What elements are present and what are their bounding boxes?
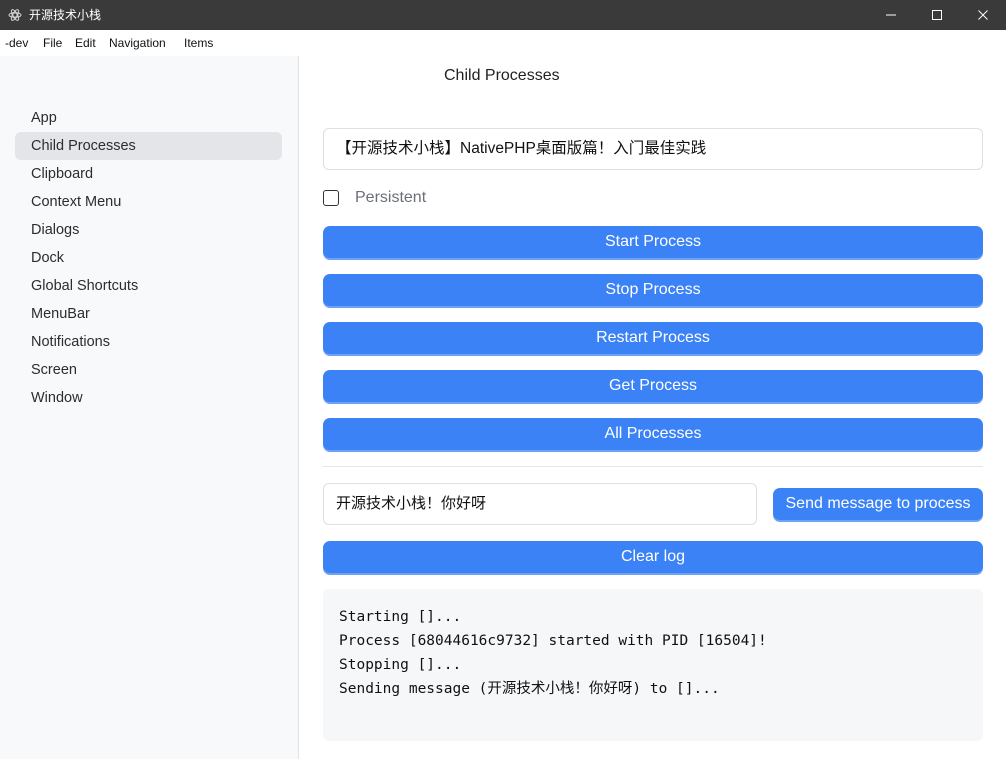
sidebar-item-clipboard[interactable]: Clipboard xyxy=(15,160,282,188)
command-input[interactable]: 【开源技术小栈】NativePHP桌面版篇！入门最佳实践 xyxy=(323,128,983,170)
log-output: Starting []... Process [68044616c9732] s… xyxy=(323,589,983,741)
sidebar-item-menubar[interactable]: MenuBar xyxy=(15,300,282,328)
stop-process-button[interactable]: Stop Process xyxy=(323,274,983,306)
sidebar-item-dock[interactable]: Dock xyxy=(15,244,282,272)
menu-bar: -dev File Edit Navigation Items xyxy=(0,30,1006,56)
maximize-icon xyxy=(932,10,942,20)
sidebar-item-global-shortcuts[interactable]: Global Shortcuts xyxy=(15,272,282,300)
restart-process-button[interactable]: Restart Process xyxy=(323,322,983,354)
log-line: Stopping []... xyxy=(339,657,462,673)
sidebar: App Child Processes Clipboard Context Me… xyxy=(0,56,299,759)
app-icon xyxy=(8,9,22,21)
divider xyxy=(323,466,983,467)
sidebar-item-child-processes[interactable]: Child Processes xyxy=(15,132,282,160)
close-button[interactable] xyxy=(960,0,1006,30)
log-line: Sending message (开源技术小栈！你好呀) to []... xyxy=(339,681,720,697)
menu-file[interactable]: File xyxy=(43,36,62,50)
close-icon xyxy=(978,10,988,20)
message-input[interactable]: 开源技术小栈！你好呀 xyxy=(323,483,757,525)
menu-navigation[interactable]: Navigation xyxy=(109,36,166,50)
start-process-button[interactable]: Start Process xyxy=(323,226,983,258)
log-line: Process [68044616c9732] started with PID… xyxy=(339,633,767,649)
sidebar-item-notifications[interactable]: Notifications xyxy=(15,328,282,356)
maximize-button[interactable] xyxy=(914,0,960,30)
sidebar-item-window[interactable]: Window xyxy=(15,384,282,412)
get-process-button[interactable]: Get Process xyxy=(323,370,983,402)
clear-log-button[interactable]: Clear log xyxy=(323,541,983,573)
sidebar-item-dialogs[interactable]: Dialogs xyxy=(15,216,282,244)
sidebar-item-screen[interactable]: Screen xyxy=(15,356,282,384)
page-title: Child Processes xyxy=(444,67,560,84)
window-title: 开源技术小栈 xyxy=(29,8,102,22)
menu-dev[interactable]: -dev xyxy=(5,36,28,50)
menu-items[interactable]: Items xyxy=(184,36,213,50)
send-message-button[interactable]: Send message to process xyxy=(773,488,983,520)
title-bar: 开源技术小栈 xyxy=(0,0,1006,30)
all-processes-button[interactable]: All Processes xyxy=(323,418,983,450)
minimize-icon xyxy=(886,14,896,16)
log-line: Starting []... xyxy=(339,609,462,625)
minimize-button[interactable] xyxy=(868,0,914,30)
persistent-label: Persistent xyxy=(355,189,427,206)
sidebar-item-context-menu[interactable]: Context Menu xyxy=(15,188,282,216)
sidebar-item-app[interactable]: App xyxy=(15,104,282,132)
persistent-checkbox[interactable] xyxy=(323,190,339,206)
menu-edit[interactable]: Edit xyxy=(75,36,96,50)
